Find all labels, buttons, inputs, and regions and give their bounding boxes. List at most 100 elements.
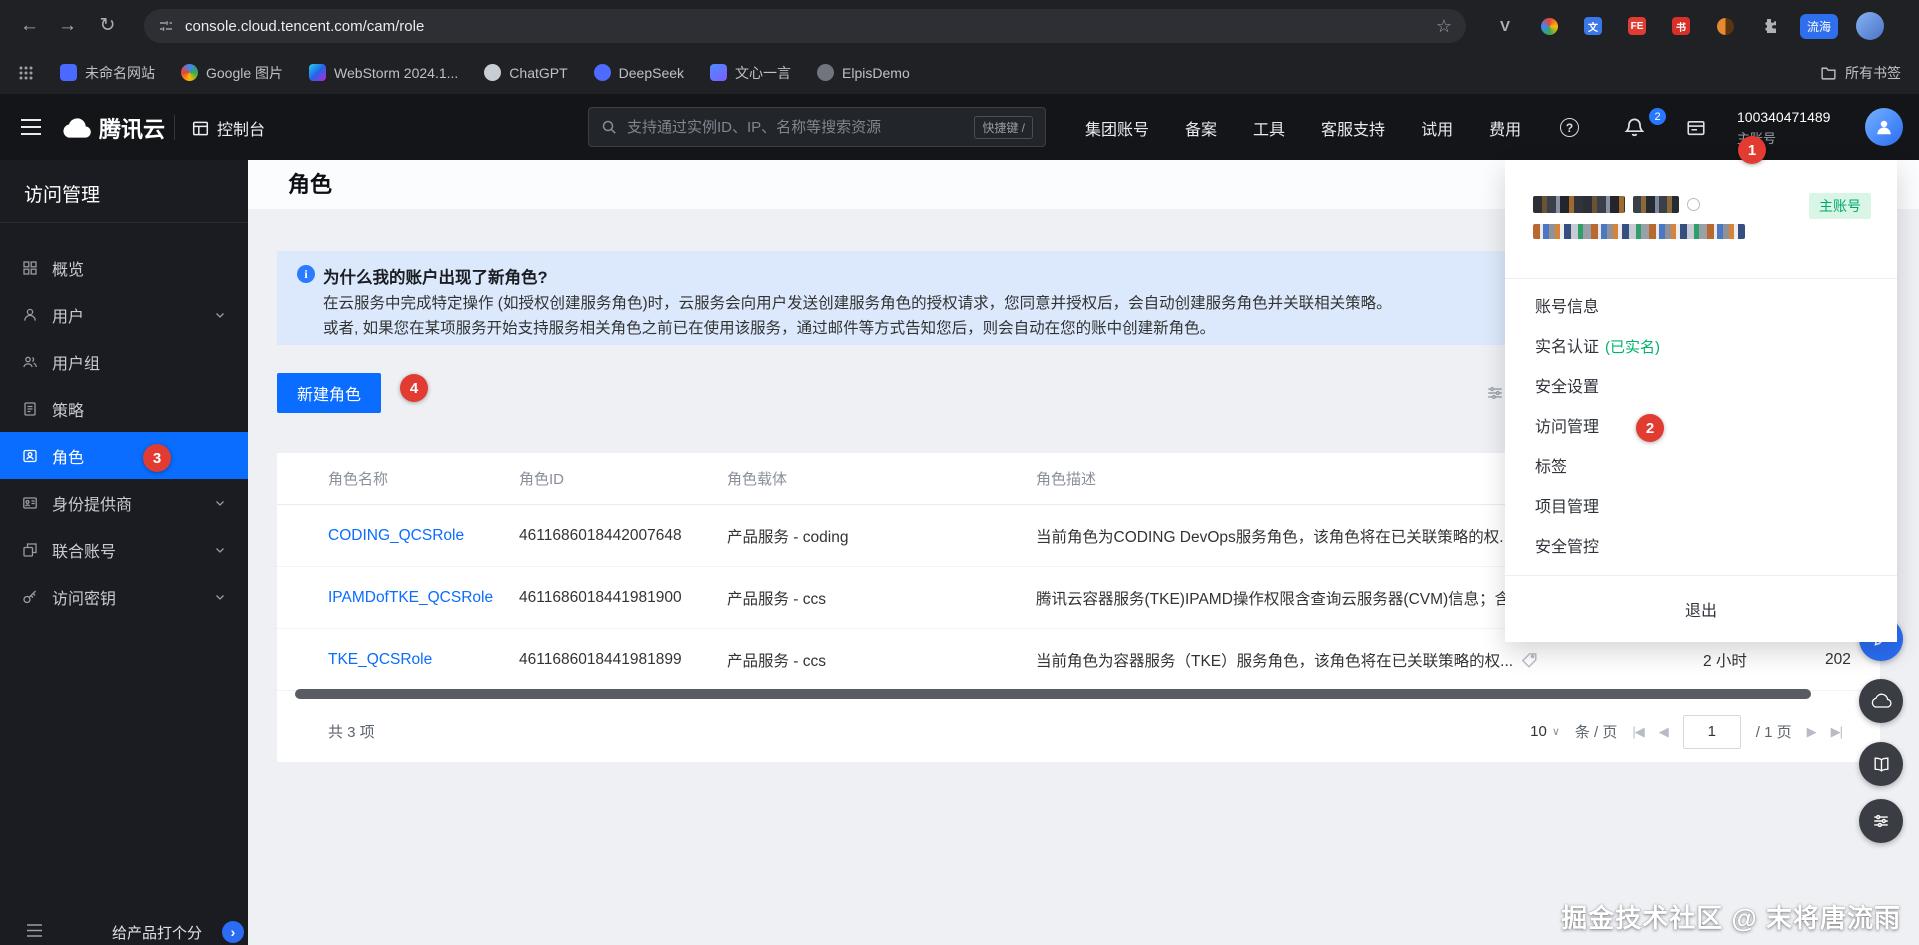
account-avatar[interactable] [1865, 108, 1903, 146]
bookmark-item[interactable]: WebStorm 2024.1... [309, 64, 458, 81]
nav-link-support[interactable]: 客服支持 [1321, 116, 1385, 140]
bookmark-item[interactable]: 文心一言 [710, 63, 791, 83]
cloud-assistant-float-button[interactable] [1859, 679, 1903, 723]
first-page-button[interactable]: |◀ [1632, 724, 1644, 740]
docs-float-button[interactable] [1859, 742, 1903, 786]
forward-icon[interactable]: → [54, 12, 81, 39]
nav-link-tools[interactable]: 工具 [1253, 116, 1285, 140]
extension-badge[interactable]: 流海 [1800, 13, 1838, 39]
sidebar-item-usergroups[interactable]: 用户组 [0, 338, 248, 385]
bookmark-item[interactable]: ChatGPT [484, 64, 568, 81]
darkreader-extension-icon[interactable] [1712, 13, 1738, 39]
bookmark-item[interactable]: Google 图片 [181, 63, 283, 83]
menu-item-realname-auth[interactable]: 实名认证 (已实名) [1505, 328, 1897, 368]
nav-link-icp[interactable]: 备案 [1185, 116, 1217, 140]
hamburger-menu-icon[interactable] [20, 117, 42, 137]
total-count: 共 3 项 [328, 724, 375, 741]
workorder-icon[interactable] [1686, 95, 1706, 160]
rate-icon[interactable]: › [222, 921, 244, 943]
apps-grid-icon[interactable] [18, 65, 34, 81]
search-input[interactable] [627, 118, 965, 136]
role-name-link[interactable]: IPAMDofTKE_QCSRole [328, 589, 519, 607]
current-page-input[interactable]: 1 [1682, 714, 1741, 749]
menu-item-tags[interactable]: 标签 [1505, 448, 1897, 488]
fe-extension-icon[interactable]: FE [1624, 13, 1650, 39]
wenxin-favicon [710, 64, 728, 81]
search-icon [602, 120, 616, 134]
horizontal-scrollbar[interactable] [295, 689, 1811, 699]
screen: ← → ↻ console.cloud.tencent.com/cam/role… [0, 0, 1919, 945]
overview-icon [23, 260, 37, 275]
sidebar-item-overview[interactable]: 概览 [0, 244, 248, 291]
annotation-step-1: 1 [1738, 136, 1766, 164]
masked-account-name [1633, 196, 1679, 213]
bookmark-item[interactable]: ElpisDemo [817, 64, 910, 81]
console-link[interactable]: 控制台 [192, 116, 265, 140]
menu-item-project-management[interactable]: 项目管理 [1505, 488, 1897, 528]
sidebar-item-users[interactable]: 用户 [0, 291, 248, 338]
watermark: 掘金技术社区 @ 末将唐流雨 [1561, 903, 1901, 933]
bookmark-item[interactable]: DeepSeek [593, 64, 684, 81]
page-size-select[interactable]: 10 ∨ [1530, 723, 1560, 740]
next-page-button[interactable]: ▶ [1807, 724, 1817, 740]
annotation-step-3: 3 [143, 444, 171, 472]
menu-item-security-control[interactable]: 安全管控 [1505, 528, 1897, 568]
browser-profile-avatar[interactable] [1856, 12, 1884, 40]
nav-link-billing[interactable]: 费用 [1489, 116, 1521, 140]
chevron-down-icon [214, 309, 226, 321]
column-header: 角色名称 [328, 471, 389, 488]
nav-link-group-account[interactable]: 集团账号 [1085, 116, 1149, 140]
sidebar-item-federated-accounts[interactable]: 联合账号 [0, 526, 248, 573]
sidebar-item-identity-providers[interactable]: 身份提供商 [0, 479, 248, 526]
arc-extension-icon[interactable] [1536, 13, 1562, 39]
settings-float-button[interactable] [1859, 799, 1903, 843]
red-extension-icon[interactable]: 书 [1668, 13, 1694, 39]
logout-button[interactable]: 退出 [1505, 576, 1897, 642]
address-bar[interactable]: console.cloud.tencent.com/cam/role ☆ [144, 9, 1466, 43]
account-dropdown: 主账号 账号信息 实名认证 (已实名) 安全设置 访问管理 标签 项目管理 安全管… [1505, 160, 1897, 642]
chevron-down-icon: ∨ [1551, 726, 1560, 738]
bell-icon[interactable] [1624, 95, 1645, 160]
shortcut-kbd: 快捷键 / [974, 115, 1033, 139]
role-carrier: 产品服务 - ccs [727, 590, 827, 608]
collapse-sidebar-icon[interactable] [26, 923, 43, 938]
refresh-icon[interactable]: ↻ [94, 12, 121, 39]
role-icon [23, 449, 37, 462]
back-icon[interactable]: ← [16, 12, 43, 39]
sidebar-item-roles[interactable]: 角色 [0, 432, 248, 479]
last-page-button[interactable]: ▶| [1831, 724, 1843, 740]
copy-icon[interactable] [1687, 198, 1700, 211]
tencent-cloud-logo[interactable]: 腾讯云 [60, 112, 165, 144]
annotation-step-4: 4 [400, 374, 428, 402]
menu-item-account-info[interactable]: 账号信息 [1505, 288, 1897, 328]
role-name-link[interactable]: CODING_QCSRole [328, 527, 519, 545]
role-name-link[interactable]: TKE_QCSRole [328, 651, 519, 669]
column-header: 角色载体 [727, 471, 788, 488]
v-extension-icon[interactable]: V [1492, 13, 1518, 39]
sidebar: 访问管理 概览 用户 用户组 策略 角色 身份提供商 联合账号 访问密钥 给产品… [0, 160, 248, 945]
nav-link-trial[interactable]: 试用 [1421, 116, 1453, 140]
annotation-step-2: 2 [1636, 414, 1664, 442]
translate-extension-icon[interactable]: 文 [1580, 13, 1606, 39]
deepseek-favicon [593, 64, 611, 81]
bookmark-item[interactable]: 未命名网站 [60, 63, 155, 83]
site-settings-icon[interactable] [158, 18, 174, 34]
create-role-button[interactable]: 新建角色 [277, 373, 381, 413]
console-icon [192, 121, 209, 135]
all-bookmarks[interactable]: 所有书签 [1820, 63, 1901, 83]
sidebar-item-policies[interactable]: 策略 [0, 385, 248, 432]
url-text: console.cloud.tencent.com/cam/role [185, 17, 425, 35]
menu-item-security-settings[interactable]: 安全设置 [1505, 368, 1897, 408]
sidebar-item-access-keys[interactable]: 访问密钥 [0, 573, 248, 620]
rate-product-link[interactable]: 给产品打个分 [112, 922, 202, 943]
bookmarks-bar: 未命名网站 Google 图片 WebStorm 2024.1... ChatG… [0, 51, 1919, 95]
menu-item-access-management[interactable]: 访问管理 [1505, 408, 1897, 448]
table-settings-icon[interactable] [1486, 384, 1504, 402]
global-search[interactable]: 快捷键 / [588, 107, 1046, 147]
bookmark-star-icon[interactable]: ☆ [1436, 16, 1452, 37]
puzzle-extensions-icon[interactable] [1756, 13, 1782, 39]
role-carrier: 产品服务 - ccs [727, 652, 827, 670]
chevron-down-icon [214, 497, 226, 509]
help-icon[interactable]: ? [1560, 95, 1579, 160]
prev-page-button[interactable]: ◀ [1659, 724, 1669, 740]
